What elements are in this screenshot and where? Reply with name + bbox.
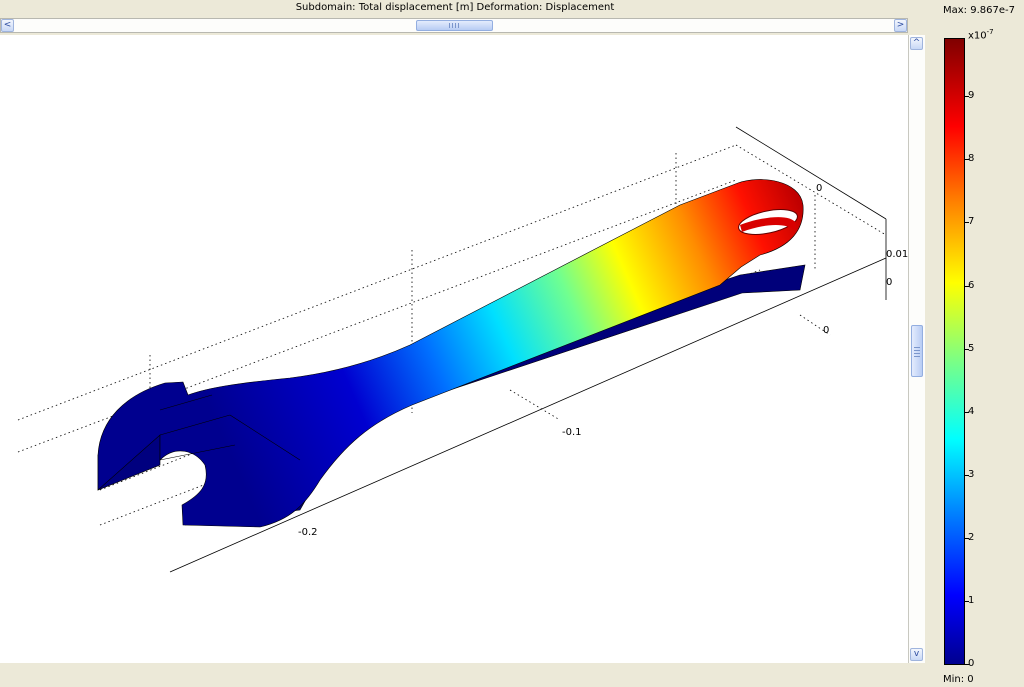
colorbar-tick-label: 9 <box>968 90 975 101</box>
scroll-right-button[interactable]: > <box>894 19 907 32</box>
colorbar-tick-label: 4 <box>968 406 975 417</box>
plot-title: Subdomain: Total displacement [m] Deform… <box>295 2 615 13</box>
x-tick-label: 0 <box>823 325 829 336</box>
scroll-down-button[interactable]: v <box>910 648 923 661</box>
y-tick-label: 0 <box>816 183 822 194</box>
grip-icon <box>449 23 459 28</box>
grip-icon <box>914 347 920 357</box>
chevron-left-icon: < <box>3 20 12 30</box>
colorbar-tick-label: 2 <box>968 532 975 543</box>
colorbar-tick-label: 0 <box>968 658 975 669</box>
wrench-3d-plot: -0.2 -0.1 0 0 0.01 0 <box>17 126 908 573</box>
colorbar-min-label: Min: 0 <box>943 674 974 685</box>
chevron-down-icon: v <box>913 649 920 659</box>
chevron-right-icon: > <box>896 20 905 30</box>
chevron-up-icon: ^ <box>912 38 921 48</box>
colorbar-max-label: Max: 9.867e-7 <box>943 5 1015 16</box>
z-tick-label: 0 <box>886 277 892 288</box>
vertical-scrollbar[interactable]: ^ v <box>908 35 925 663</box>
colorbar-tick-label: 5 <box>968 343 975 354</box>
x-tick-label: -0.1 <box>562 427 582 438</box>
colorbar-tick-label: 8 <box>968 153 975 164</box>
wrench-top-face <box>97 179 804 528</box>
horizontal-scroll-thumb[interactable] <box>416 20 493 31</box>
z-tick-label: 0.01 <box>886 249 908 260</box>
colorbar-tick-label: 6 <box>968 280 975 291</box>
colorbar-tick-label: 3 <box>968 469 975 480</box>
colorbar-tick-label: 1 <box>968 595 975 606</box>
colorbar-multiplier: x10-7 <box>968 28 994 42</box>
colorbar-tick-label: 7 <box>968 216 975 227</box>
scroll-up-button[interactable]: ^ <box>910 37 923 50</box>
x-tick-label: -0.2 <box>298 527 318 538</box>
horizontal-scrollbar[interactable]: < > <box>0 18 908 33</box>
vertical-scroll-thumb[interactable] <box>911 325 923 377</box>
colorbar <box>944 38 965 665</box>
scroll-left-button[interactable]: < <box>1 19 14 32</box>
plot-canvas[interactable]: -0.2 -0.1 0 0 0.01 0 <box>0 35 909 663</box>
